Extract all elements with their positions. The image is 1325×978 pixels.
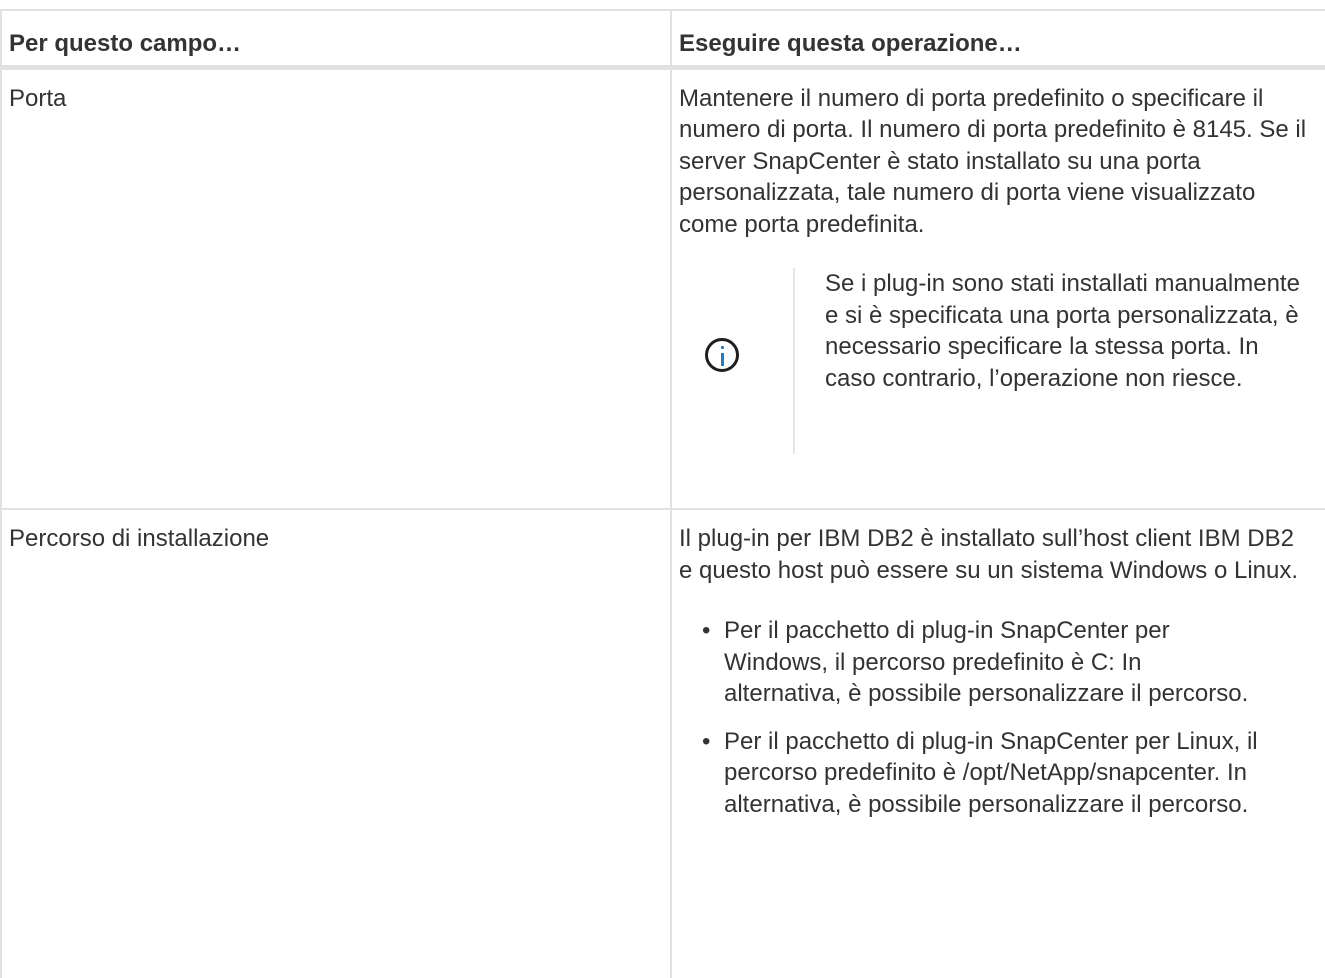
field-description: Il plug-in per IBM DB2 è installato sull… (679, 525, 1299, 584)
note-text: Se i plug-in sono stati installati manua… (825, 270, 1300, 392)
list-item: • Per il pacchetto di plug-in SnapCenter… (679, 726, 1259, 821)
bullet-list: • Per il pacchetto di plug-in SnapCenter… (679, 615, 1311, 820)
list-item-text: Per il pacchetto di plug-in SnapCenter p… (724, 617, 1249, 707)
list-item-text: Per il pacchetto di plug-in SnapCenter p… (724, 727, 1258, 818)
table-row: Porta Mantenere il numero di porta prede… (0, 67, 1325, 510)
table-header-row: Per questo campo… Eseguire questa operaz… (0, 9, 1325, 70)
field-description-cell: Il plug-in per IBM DB2 è installato sull… (670, 509, 1325, 978)
list-item: • Per il pacchetto di plug-in SnapCenter… (679, 615, 1259, 710)
fields-table: Per questo campo… Eseguire questa operaz… (0, 9, 1325, 978)
field-name-cell: Porta (0, 67, 672, 510)
header-action: Eseguire questa operazione… (670, 9, 1325, 70)
field-description: Mantenere il numero di porta predefinito… (679, 84, 1307, 238)
bullet-icon: • (702, 727, 711, 755)
field-name-cell: Percorso di installazione (0, 509, 672, 978)
info-icon (705, 338, 739, 372)
header-field: Per questo campo… (0, 9, 672, 70)
note-icon-column (679, 268, 795, 454)
table-row: Percorso di installazione Il plug-in per… (0, 509, 1325, 978)
bullet-icon: • (702, 617, 711, 644)
info-note: Se i plug-in sono stati installati manua… (679, 268, 1304, 454)
field-description-cell: Mantenere il numero di porta predefinito… (670, 67, 1325, 510)
